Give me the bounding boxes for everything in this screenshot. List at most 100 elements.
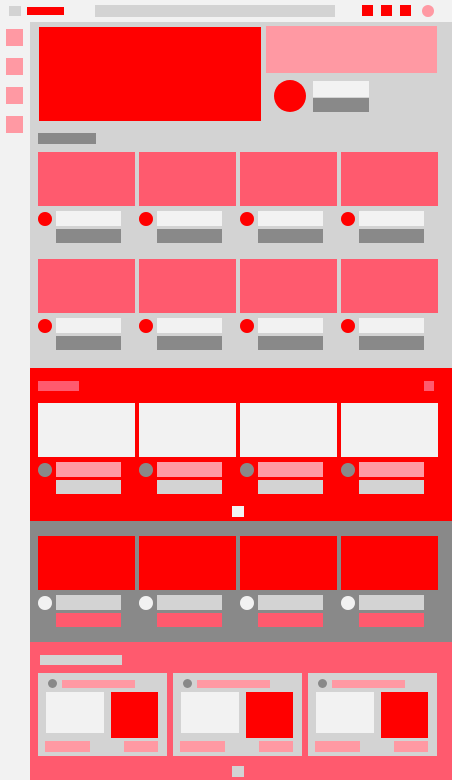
video-meta — [56, 229, 121, 243]
notifications-icon[interactable] — [400, 5, 411, 16]
channel-avatar[interactable] — [240, 212, 254, 226]
upload-icon[interactable] — [362, 5, 373, 16]
channel-avatar[interactable] — [38, 319, 52, 333]
video-title[interactable] — [258, 462, 323, 477]
sidebar-item-subscriptions[interactable] — [6, 87, 23, 104]
menu-icon[interactable] — [9, 6, 21, 16]
sidebar-item-home[interactable] — [6, 29, 23, 46]
channel-avatar[interactable] — [139, 596, 153, 610]
video-thumbnail[interactable] — [240, 403, 337, 457]
video-thumbnail[interactable] — [341, 152, 438, 206]
channel-avatar[interactable] — [274, 80, 306, 112]
channel-avatar[interactable] — [240, 596, 254, 610]
logo[interactable] — [27, 7, 64, 15]
playlist-thumbnail-secondary[interactable] — [381, 692, 428, 738]
video-meta — [258, 229, 323, 243]
video-thumbnail[interactable] — [38, 152, 135, 206]
apps-icon[interactable] — [381, 5, 392, 16]
channel-avatar[interactable] — [38, 596, 52, 610]
video-meta — [359, 613, 424, 627]
playlist-thumbnail[interactable] — [181, 692, 239, 733]
video-title[interactable] — [157, 595, 222, 610]
video-thumbnail[interactable] — [38, 403, 135, 457]
video-title[interactable] — [157, 318, 222, 333]
video-thumbnail[interactable] — [139, 536, 236, 590]
video-title[interactable] — [258, 595, 323, 610]
video-thumbnail[interactable] — [240, 259, 337, 313]
channel-avatar[interactable] — [139, 463, 153, 477]
playlist-meta — [315, 741, 360, 752]
video-thumbnail[interactable] — [38, 536, 135, 590]
playlist-action-button[interactable] — [259, 741, 293, 752]
video-meta — [56, 480, 121, 494]
video-meta — [258, 613, 323, 627]
channel-avatar[interactable] — [240, 463, 254, 477]
playlist-thumbnail[interactable] — [316, 692, 374, 733]
video-meta — [157, 480, 222, 494]
section-2-more-button[interactable] — [424, 381, 434, 391]
playlist-meta — [45, 741, 90, 752]
search-input[interactable] — [95, 5, 335, 17]
channel-avatar[interactable] — [183, 679, 192, 688]
playlist-action-button[interactable] — [124, 741, 158, 752]
top-bar — [0, 0, 452, 22]
section-2-expand-button[interactable] — [232, 506, 244, 517]
video-meta — [359, 229, 424, 243]
video-title[interactable] — [258, 318, 323, 333]
channel-avatar[interactable] — [139, 212, 153, 226]
channel-avatar[interactable] — [139, 319, 153, 333]
video-thumbnail[interactable] — [240, 536, 337, 590]
playlist-action-button[interactable] — [394, 741, 428, 752]
video-meta — [359, 480, 424, 494]
featured-banner[interactable] — [266, 26, 437, 73]
video-title[interactable] — [56, 595, 121, 610]
playlist-title[interactable] — [332, 680, 405, 688]
video-thumbnail[interactable] — [139, 259, 236, 313]
video-title[interactable] — [56, 462, 121, 477]
video-thumbnail[interactable] — [38, 259, 135, 313]
video-thumbnail[interactable] — [240, 152, 337, 206]
video-title[interactable] — [359, 595, 424, 610]
video-meta — [359, 336, 424, 350]
featured-title[interactable] — [313, 81, 369, 97]
video-meta — [56, 336, 121, 350]
video-title[interactable] — [157, 462, 222, 477]
channel-avatar[interactable] — [38, 212, 52, 226]
playlist-thumbnail-secondary[interactable] — [111, 692, 158, 738]
video-meta — [157, 613, 222, 627]
section-title — [38, 133, 96, 144]
video-thumbnail[interactable] — [341, 536, 438, 590]
playlist-thumbnail-secondary[interactable] — [246, 692, 293, 738]
video-title[interactable] — [56, 318, 121, 333]
video-title[interactable] — [258, 211, 323, 226]
video-title[interactable] — [359, 211, 424, 226]
video-title[interactable] — [157, 211, 222, 226]
video-meta — [258, 336, 323, 350]
video-thumbnail[interactable] — [341, 403, 438, 457]
video-meta — [258, 480, 323, 494]
sidebar — [0, 22, 30, 780]
channel-avatar[interactable] — [341, 463, 355, 477]
video-thumbnail[interactable] — [139, 152, 236, 206]
section-4-title — [40, 655, 122, 665]
video-title[interactable] — [359, 318, 424, 333]
avatar[interactable] — [422, 5, 434, 17]
video-thumbnail[interactable] — [139, 403, 236, 457]
channel-avatar[interactable] — [48, 679, 57, 688]
section-4-expand-button[interactable] — [232, 766, 244, 777]
featured-video-thumbnail[interactable] — [39, 27, 261, 121]
playlist-title[interactable] — [62, 680, 135, 688]
playlist-title[interactable] — [197, 680, 270, 688]
sidebar-item-library[interactable] — [6, 116, 23, 133]
video-thumbnail[interactable] — [341, 259, 438, 313]
channel-avatar[interactable] — [318, 679, 327, 688]
video-title[interactable] — [56, 211, 121, 226]
playlist-thumbnail[interactable] — [46, 692, 104, 733]
channel-avatar[interactable] — [341, 212, 355, 226]
video-title[interactable] — [359, 462, 424, 477]
channel-avatar[interactable] — [240, 319, 254, 333]
sidebar-item-shorts[interactable] — [6, 58, 23, 75]
channel-avatar[interactable] — [341, 319, 355, 333]
channel-avatar[interactable] — [38, 463, 52, 477]
channel-avatar[interactable] — [341, 596, 355, 610]
